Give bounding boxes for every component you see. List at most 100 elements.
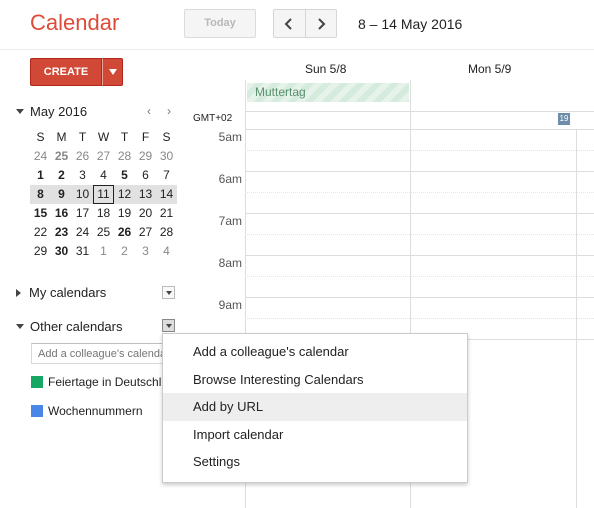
column-header[interactable]: Sun 5/8 (305, 62, 346, 76)
mini-day[interactable]: 29 (135, 147, 156, 166)
mini-week-row: 1234567 (30, 166, 177, 185)
mini-day[interactable]: 22 (30, 223, 51, 242)
mini-day[interactable]: 28 (156, 223, 177, 242)
mini-day[interactable]: 11 (93, 185, 114, 204)
mini-day[interactable]: 27 (135, 223, 156, 242)
half-hour-line (245, 150, 594, 151)
prev-button[interactable] (274, 10, 306, 37)
menu-item[interactable]: Browse Interesting Calendars (163, 366, 467, 394)
mini-day[interactable]: 2 (114, 242, 135, 261)
hour-label: 9am (218, 298, 242, 312)
weekday-header: M (56, 130, 67, 144)
menu-item[interactable]: Add by URL (163, 393, 467, 421)
mini-day[interactable]: 7 (156, 166, 177, 185)
mini-day[interactable]: 26 (72, 147, 93, 166)
mini-day[interactable]: 20 (135, 204, 156, 223)
column-header[interactable]: Mon 5/9 (468, 62, 511, 76)
mini-calendar-header[interactable]: May 2016 (16, 104, 87, 119)
mini-day[interactable]: 1 (30, 166, 51, 185)
hour-line (245, 213, 594, 214)
mini-day[interactable]: 2 (51, 166, 72, 185)
mini-week-row: 8 9 10 11 12 13 14 (30, 185, 177, 204)
mini-day[interactable]: 4 (156, 242, 177, 261)
mini-day[interactable]: 30 (51, 242, 72, 261)
hour-line (245, 255, 594, 256)
mini-day[interactable]: 31 (72, 242, 93, 261)
date-range: 8 – 14 May 2016 (358, 16, 463, 32)
caret-down-icon (165, 290, 172, 295)
mini-day[interactable]: 29 (30, 242, 51, 261)
mini-day[interactable]: 27 (93, 147, 114, 166)
mini-calendar-grid: SMTWTFS 24 25 26 27 28 29 30 1 2 3 4 5 6 7 8 9 10 11 12 13 1… (30, 128, 177, 261)
mini-day[interactable]: 18 (93, 204, 114, 223)
mini-week-row: 15 16 17 18 19 20 21 (30, 204, 177, 223)
add-colleague-input[interactable] (31, 343, 171, 364)
mini-day[interactable]: 19 (114, 204, 135, 223)
weekday-header: S (36, 130, 45, 144)
column-divider (576, 130, 577, 508)
mini-day[interactable]: 3 (135, 242, 156, 261)
other-calendars-menu-button[interactable] (162, 319, 175, 332)
mini-day[interactable]: 28 (114, 147, 135, 166)
mini-day[interactable]: 5 (114, 166, 135, 185)
calendar-item[interactable]: Wochennummern (31, 404, 161, 418)
menu-item[interactable]: Settings (163, 448, 467, 476)
calendar-name: Wochennummern (48, 404, 143, 418)
create-dropdown-button[interactable] (102, 58, 123, 86)
other-calendars-toggle[interactable]: Other calendars (16, 319, 123, 334)
mini-day[interactable]: 15 (30, 204, 51, 223)
mini-week-row: 22 23 24 25 26 27 28 (30, 223, 177, 242)
mini-next-button[interactable]: › (167, 104, 171, 118)
today-button[interactable]: Today (184, 9, 256, 38)
my-calendars-label: My calendars (29, 285, 107, 300)
mini-prev-button[interactable]: ‹ (147, 104, 151, 118)
mini-day[interactable]: 3 (72, 166, 93, 185)
my-calendars-menu-button[interactable] (162, 286, 175, 299)
half-hour-line (245, 318, 594, 319)
menu-item[interactable]: Add a colleague's calendar (163, 338, 467, 366)
mini-day[interactable]: 16 (51, 204, 72, 223)
calendar-icon[interactable]: 19 (558, 113, 570, 125)
mini-day[interactable]: 25 (93, 223, 114, 242)
calendar-color-swatch (31, 405, 43, 417)
weekday-header: T (120, 130, 129, 144)
mini-day[interactable]: 30 (156, 147, 177, 166)
create-button[interactable]: CREATE (30, 58, 102, 86)
allday-event[interactable]: Muttertag (247, 83, 409, 102)
mini-day[interactable]: 17 (72, 204, 93, 223)
hour-label: 7am (218, 214, 242, 228)
half-hour-line (245, 276, 594, 277)
mini-day[interactable]: 25 (51, 147, 72, 166)
app-title[interactable]: Calendar (30, 10, 119, 36)
mini-day[interactable]: 12 (114, 185, 135, 204)
mini-day[interactable]: 24 (30, 147, 51, 166)
mini-day[interactable]: 14 (156, 185, 177, 204)
menu-item[interactable]: Import calendar (163, 421, 467, 449)
calendar-name: Feiertage in Deutschland (48, 375, 161, 389)
weekday-header: T (78, 130, 87, 144)
half-hour-line (245, 234, 594, 235)
calendar-item[interactable]: Feiertage in Deutschland (31, 375, 161, 389)
hour-label: 5am (218, 130, 242, 144)
weekday-header-row: SMTWTFS (30, 128, 177, 147)
mini-day[interactable]: 6 (135, 166, 156, 185)
mini-day[interactable]: 24 (72, 223, 93, 242)
mini-day[interactable]: 10 (72, 185, 93, 204)
collapse-icon (16, 109, 24, 114)
next-button[interactable] (306, 10, 337, 37)
other-calendars-label: Other calendars (30, 319, 123, 334)
mini-day[interactable]: 13 (135, 185, 156, 204)
create-group: CREATE (30, 58, 123, 86)
my-calendars-toggle[interactable]: My calendars (16, 285, 106, 300)
mini-day[interactable]: 4 (93, 166, 114, 185)
weekday-header: W (97, 130, 110, 144)
mini-day[interactable]: 1 (93, 242, 114, 261)
hour-line (245, 129, 594, 130)
mini-day[interactable]: 9 (51, 185, 72, 204)
weekday-header: S (162, 130, 171, 144)
hour-label: 6am (218, 172, 242, 186)
mini-day[interactable]: 8 (30, 185, 51, 204)
mini-day[interactable]: 21 (156, 204, 177, 223)
mini-day[interactable]: 23 (51, 223, 72, 242)
mini-day[interactable]: 26 (114, 223, 135, 242)
